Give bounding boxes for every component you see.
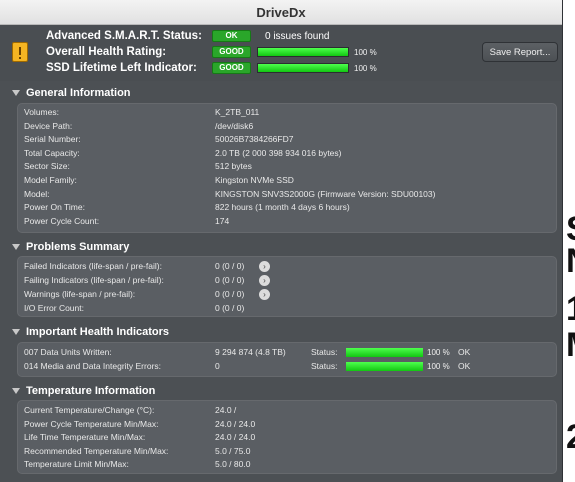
disclosure-triangle-icon[interactable] xyxy=(12,90,20,96)
info-value: K_2TB_011 xyxy=(215,107,260,117)
issues-count: 0 issues found xyxy=(265,30,330,42)
ssd-lifetime-label: SSD Lifetime Left Indicator: xyxy=(46,62,197,74)
temperature-value: 24.0 / 24.0 xyxy=(215,432,256,443)
info-value: 822 hours (1 month 4 days 6 hours) xyxy=(215,202,350,213)
general-section-toggle[interactable]: General Information xyxy=(12,86,131,100)
problem-value: 0 (0 / 0) xyxy=(215,275,245,285)
ssd-lifetime-bar xyxy=(257,63,349,73)
temperature-label: Temperature Limit Min/Max: xyxy=(24,459,129,470)
info-value: 174 xyxy=(215,215,230,226)
smart-status-row: Advanced S.M.A.R.T. Status: OK 0 issues … xyxy=(46,28,330,44)
temperature-value: 24.0 / 24.0 xyxy=(215,418,256,429)
health-indicators-section-title: Important Health Indicators xyxy=(26,326,170,338)
background-text: 2 xyxy=(566,420,575,454)
general-section-title: General Information xyxy=(26,87,131,99)
details-arrow-button[interactable]: › xyxy=(259,261,270,272)
indicator-status-label: Status: xyxy=(311,347,338,357)
indicator-status-label: Status: xyxy=(311,361,338,371)
background-text: S xyxy=(566,212,575,246)
info-value: /dev/disk6 xyxy=(215,120,254,131)
indicator-bar xyxy=(346,348,423,357)
ssd-lifetime-badge: GOOD xyxy=(212,62,251,74)
health-indicators-section-toggle[interactable]: Important Health Indicators xyxy=(12,325,169,339)
smart-status-label: Advanced S.M.A.R.T. Status: xyxy=(46,30,202,42)
info-label: Serial Number: xyxy=(24,134,81,145)
warning-icon xyxy=(12,42,28,62)
info-value: Kingston NVMe SSD xyxy=(215,175,294,185)
indicator-bar-fill xyxy=(346,348,423,357)
save-report-button[interactable]: Save Report... xyxy=(482,42,558,62)
indicator-percent: 100 % xyxy=(427,348,450,357)
background-text: M xyxy=(566,328,575,362)
problem-label: I/O Error Count: xyxy=(24,303,84,313)
disclosure-triangle-icon[interactable] xyxy=(12,388,20,394)
health-rating-label: Overall Health Rating: xyxy=(46,46,167,58)
health-rating-percent: 100 % xyxy=(354,47,377,57)
health-rating-bar-fill xyxy=(258,48,348,56)
temperature-label: Recommended Temperature Min/Max: xyxy=(24,445,169,456)
info-label: Total Capacity: xyxy=(24,147,80,158)
background-text: 1 xyxy=(566,292,575,326)
health-rating-row: Overall Health Rating: GOOD 100 % xyxy=(46,44,377,60)
info-label: Power Cycle Count: xyxy=(24,215,100,226)
health-rating-badge: GOOD xyxy=(212,46,251,58)
info-label: Volumes: xyxy=(24,107,59,117)
status-header: Advanced S.M.A.R.T. Status: OK 0 issues … xyxy=(0,25,562,81)
problem-value: 0 (0 / 0) xyxy=(215,289,245,299)
temperature-label: Power Cycle Temperature Min/Max: xyxy=(24,418,159,429)
indicator-percent: 100 % xyxy=(427,362,450,371)
temperature-value: 5.0 / 80.0 xyxy=(215,459,251,470)
info-label: Model: xyxy=(24,188,50,199)
info-value: 512 bytes xyxy=(215,161,252,172)
problem-label: Warnings (life-span / pre-fail): xyxy=(24,289,136,299)
indicator-label: 014 Media and Data Integrity Errors: xyxy=(24,361,162,371)
smart-status-badge: OK xyxy=(212,30,251,42)
temperature-section-title: Temperature Information xyxy=(26,385,156,397)
ssd-lifetime-bar-fill xyxy=(258,64,348,72)
info-label: Sector Size: xyxy=(24,161,70,172)
info-label: Model Family: xyxy=(24,175,77,185)
temperature-section-toggle[interactable]: Temperature Information xyxy=(12,384,155,398)
indicator-status: OK xyxy=(458,361,471,371)
problem-value: 0 (0 / 0) xyxy=(215,261,245,271)
ssd-lifetime-percent: 100 % xyxy=(354,63,377,73)
health-rating-bar xyxy=(257,47,349,57)
disclosure-triangle-icon[interactable] xyxy=(12,244,20,250)
drivedx-window: DriveDx Advanced S.M.A.R.T. Status: OK 0… xyxy=(0,0,563,482)
problem-value: 0 (0 / 0) xyxy=(215,303,245,313)
details-arrow-button[interactable]: › xyxy=(259,289,270,300)
background-text: N xyxy=(566,244,575,278)
details-arrow-button[interactable]: › xyxy=(259,275,270,286)
indicator-status: OK xyxy=(458,347,471,357)
temperature-label: Current Temperature/Change (°C): xyxy=(24,405,155,415)
info-value: KINGSTON SNV3S2000G (Firmware Version: S… xyxy=(215,188,436,199)
indicator-value: 9 294 874 (4.8 TB) xyxy=(215,347,286,357)
info-label: Device Path: xyxy=(24,120,73,131)
temperature-value: 24.0 / xyxy=(215,405,237,415)
temperature-value: 5.0 / 75.0 xyxy=(215,445,251,456)
indicator-bar xyxy=(346,362,423,371)
problem-label: Failed Indicators (life-span / pre-fail)… xyxy=(24,261,162,271)
info-value: 50026B7384266FD7 xyxy=(215,134,294,145)
indicator-label: 007 Data Units Written: xyxy=(24,347,112,357)
problems-section-title: Problems Summary xyxy=(26,241,130,253)
disclosure-triangle-icon[interactable] xyxy=(12,329,20,335)
ssd-lifetime-row: SSD Lifetime Left Indicator: GOOD 100 % xyxy=(46,60,377,76)
info-label: Power On Time: xyxy=(24,202,85,213)
problems-section-toggle[interactable]: Problems Summary xyxy=(12,240,129,254)
indicator-bar-fill xyxy=(346,362,423,371)
problem-label: Failing Indicators (life-span / pre-fail… xyxy=(24,275,164,285)
window-title: DriveDx xyxy=(0,0,562,25)
indicator-value: 0 xyxy=(215,361,220,371)
temperature-label: Life Time Temperature Min/Max: xyxy=(24,432,146,443)
info-value: 2.0 TB (2 000 398 934 016 bytes) xyxy=(215,147,342,158)
